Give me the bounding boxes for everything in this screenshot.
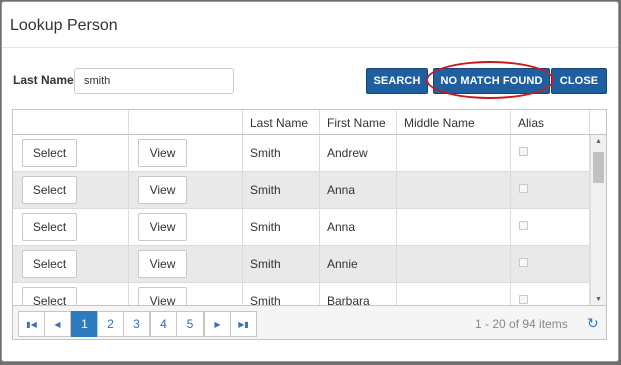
last-name-label: Last Name — [13, 73, 74, 87]
table-row: Select View Smith Barbara — [13, 283, 590, 305]
view-button[interactable]: View — [138, 139, 187, 167]
grid-header: Last Name First Name Middle Name Alias — [13, 110, 606, 135]
view-button[interactable]: View — [138, 213, 187, 241]
grid-body: Select View Smith Andrew Select View Smi… — [13, 135, 590, 305]
grid-scrollbar[interactable]: ▲ ▼ — [590, 135, 606, 305]
first-page-icon[interactable]: ▮◀ — [18, 311, 45, 337]
header-select-column — [13, 110, 129, 134]
alias-checkbox[interactable] — [519, 184, 528, 193]
last-name-cell: Smith — [250, 183, 281, 197]
first-name-cell: Barbara — [327, 294, 370, 305]
scroll-up-arrow-icon[interactable]: ▲ — [595, 138, 602, 145]
pager-info: 1 - 20 of 94 items — [475, 317, 568, 331]
search-row: Last Name SEARCH NO MATCH FOUND CLOSE — [12, 67, 611, 95]
prev-page-icon[interactable]: ◀ — [44, 311, 71, 337]
select-button[interactable]: Select — [22, 176, 77, 204]
select-button[interactable]: Select — [22, 250, 77, 278]
close-button[interactable]: CLOSE — [551, 68, 607, 94]
first-name-cell: Anna — [327, 183, 356, 197]
select-button[interactable]: Select — [22, 287, 77, 305]
pager: ▮◀ ◀ 1 2 3 4 5 ▶ ▶▮ 1 - 20 of 94 items ↻ — [13, 305, 606, 339]
table-row: Select View Smith Annie — [13, 246, 590, 283]
header-first-name[interactable]: First Name — [320, 110, 397, 134]
view-button[interactable]: View — [138, 287, 187, 305]
alias-checkbox[interactable] — [519, 147, 528, 156]
no-match-found-button[interactable]: NO MATCH FOUND — [433, 68, 550, 94]
page-2-button[interactable]: 2 — [97, 311, 124, 337]
search-button[interactable]: SEARCH — [366, 68, 428, 94]
first-name-cell: Anna — [327, 220, 356, 234]
alias-checkbox[interactable] — [519, 258, 528, 267]
last-name-cell: Smith — [250, 257, 281, 271]
dialog-header: Lookup Person — [2, 2, 618, 48]
last-name-input[interactable] — [74, 68, 234, 94]
header-view-column — [129, 110, 243, 134]
view-button[interactable]: View — [138, 176, 187, 204]
dialog-title: Lookup Person — [10, 17, 118, 34]
last-page-icon[interactable]: ▶▮ — [230, 311, 257, 337]
header-alias[interactable]: Alias — [511, 110, 590, 134]
last-name-cell: Smith — [250, 220, 281, 234]
last-name-cell: Smith — [250, 146, 281, 160]
first-name-cell: Andrew — [327, 146, 368, 160]
scroll-thumb[interactable] — [593, 152, 604, 183]
select-button[interactable]: Select — [22, 139, 77, 167]
page-4-button[interactable]: 4 — [150, 311, 177, 337]
table-row: Select View Smith Anna — [13, 209, 590, 246]
alias-checkbox[interactable] — [519, 295, 528, 304]
refresh-icon[interactable]: ↻ — [587, 315, 599, 332]
next-page-icon[interactable]: ▶ — [204, 311, 231, 337]
page-5-button[interactable]: 5 — [176, 311, 204, 337]
first-name-cell: Annie — [327, 257, 358, 271]
view-button[interactable]: View — [138, 250, 187, 278]
page-1-button[interactable]: 1 — [71, 311, 98, 337]
header-middle-name[interactable]: Middle Name — [397, 110, 511, 134]
table-row: Select View Smith Anna — [13, 172, 590, 209]
select-button[interactable]: Select — [22, 213, 77, 241]
alias-checkbox[interactable] — [519, 221, 528, 230]
header-last-name[interactable]: Last Name — [243, 110, 320, 134]
last-name-cell: Smith — [250, 294, 281, 305]
page-3-button[interactable]: 3 — [123, 311, 150, 337]
results-grid: Last Name First Name Middle Name Alias S… — [12, 109, 607, 340]
table-row: Select View Smith Andrew — [13, 135, 590, 172]
scroll-down-arrow-icon[interactable]: ▼ — [595, 296, 602, 303]
